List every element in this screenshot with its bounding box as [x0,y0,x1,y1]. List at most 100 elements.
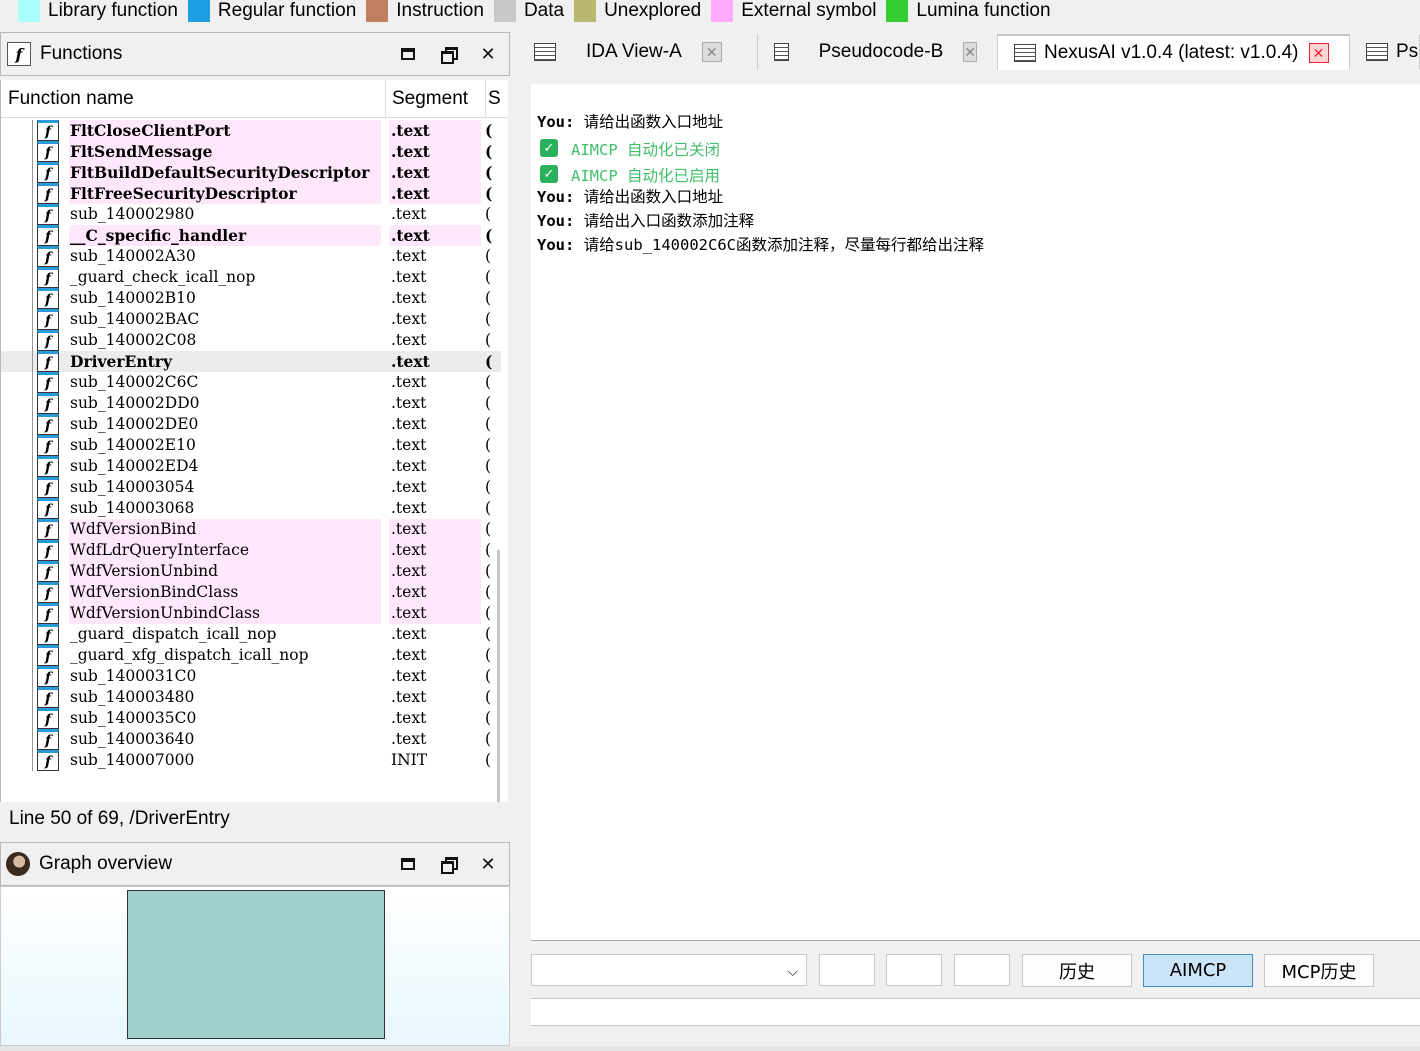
tree-line [32,435,33,456]
aimcp-button[interactable]: AIMCP [1143,954,1253,987]
function-row[interactable]: f sub_140007000 INIT ( [1,750,501,771]
function-segment: .text [391,268,427,286]
tree-line [32,624,33,645]
function-row[interactable]: f _guard_dispatch_icall_nop .text ( [1,624,501,645]
function-row[interactable]: f sub_140002980 .text ( [1,204,501,225]
tree-line [32,561,33,582]
close-button[interactable]: ✕ [477,853,499,875]
function-row[interactable]: f sub_140002C08 .text ( [1,330,501,351]
function-name: __C_specific_handler [69,225,381,246]
function-row[interactable]: f sub_140002BAC .text ( [1,309,501,330]
close-icon: ✕ [480,853,496,874]
functions-list[interactable]: Function name Segment S f FltCloseClientP… [0,80,508,802]
function-row[interactable]: f sub_140002A30 .text ( [1,246,501,267]
tab-nexusai[interactable]: NexusAI v1.0.4 (latest: v1.0.4) ✕ [998,34,1350,70]
function-segment: .text [389,162,481,183]
tab-close-icon[interactable]: ✕ [701,42,722,62]
close-button[interactable]: ✕ [477,43,499,65]
function-start: ( [485,373,492,391]
vertical-scrollbar[interactable] [497,550,500,802]
function-start: ( [485,667,492,685]
function-name: _guard_dispatch_icall_nop [70,625,277,643]
function-row[interactable]: f _guard_xfg_dispatch_icall_nop .text ( [1,645,501,666]
function-start: ( [485,142,493,161]
function-icon: f [37,666,59,687]
maximize-button[interactable] [397,43,419,65]
function-row[interactable]: f sub_140002E10 .text ( [1,435,501,456]
function-row[interactable]: f WdfVersionUnbindClass .text( [1,603,501,624]
function-row[interactable]: f __C_specific_handler .text( [1,225,501,246]
function-row[interactable]: f sub_140003068 .text ( [1,498,501,519]
function-row[interactable]: f WdfLdrQueryInterface .text( [1,540,501,561]
function-row[interactable]: f sub_140003640 .text ( [1,729,501,750]
function-icon: f [37,351,59,372]
disassembly-icon [534,43,556,61]
function-name: sub_140002C08 [70,331,197,349]
tree-line [32,351,33,372]
maximize-button[interactable] [397,853,419,875]
function-start: ( [485,562,492,580]
chat-controls: ⌵ 历史 AIMCP MCP历史 [531,954,1420,988]
blank-button-3[interactable] [954,954,1010,986]
tab-pseudocode-b[interactable]: Pseudocode-B ✕ [758,34,998,70]
tab-close-icon[interactable]: ✕ [1308,43,1329,63]
function-segment: .text [391,352,430,371]
function-row[interactable]: f sub_140002DD0 .text ( [1,393,501,414]
function-icon: f [37,540,59,561]
function-row[interactable]: f DriverEntry .text ( [1,351,501,372]
tab-close-icon[interactable]: ✕ [963,42,977,62]
function-start: ( [485,541,492,559]
function-segment: .text [389,540,481,561]
function-row[interactable]: f sub_1400031C0 .text ( [1,666,501,687]
history-button[interactable]: 历史 [1022,954,1132,987]
tree-line [32,414,33,435]
function-segment: .text [391,625,427,643]
function-row[interactable]: f _guard_check_icall_nop .text ( [1,267,501,288]
function-icon: f [37,624,59,645]
legend-item: Lumina function [886,0,1051,22]
function-row[interactable]: f FltBuildDefaultSecurityDescriptor .text( [1,162,501,183]
function-row[interactable]: f sub_140002ED4 .text ( [1,456,501,477]
graph-viewport-box[interactable] [127,890,385,1039]
graph-overview-area[interactable] [0,886,510,1046]
restore-button[interactable] [437,853,459,875]
column-segment[interactable]: Segment [386,80,486,117]
tab-pseudocode-more[interactable]: Ps [1350,34,1420,70]
restore-button[interactable] [437,43,459,65]
function-row[interactable]: f WdfVersionUnbind .text( [1,561,501,582]
maximize-icon [401,48,415,60]
pseudocode-icon [1366,43,1388,61]
chat-output[interactable]: You: 请给出函数入口地址 ✓ AIMCP 自动化已关闭 ✓ AIMCP 自动… [531,84,1420,941]
column-function-name[interactable]: Function name [1,80,386,117]
function-row[interactable]: f sub_140002B10 .text ( [1,288,501,309]
legend-item: Instruction [366,0,484,22]
function-row[interactable]: f sub_140003054 .text ( [1,477,501,498]
function-name: WdfVersionBindClass [69,582,381,603]
function-row[interactable]: f WdfVersionBind .text( [1,519,501,540]
blank-button-2[interactable] [886,954,942,986]
tab-bar: IDA View-A ✕ Pseudocode-B ✕ NexusAI v1.0… [518,34,1420,70]
column-start[interactable]: S [486,80,506,117]
function-segment: .text [391,373,427,391]
function-row[interactable]: f FltCloseClientPort .text( [1,120,501,141]
function-icon: f [37,372,59,393]
function-name: sub_140003480 [70,688,195,706]
tree-line [32,246,33,267]
function-start: ( [485,415,492,433]
model-select[interactable]: ⌵ [531,954,807,986]
function-row[interactable]: f sub_140002DE0 .text ( [1,414,501,435]
function-row[interactable]: f FltSendMessage .text( [1,141,501,162]
tree-line [32,120,33,141]
function-row[interactable]: f FltFreeSecurityDescriptor .text( [1,183,501,204]
mcp-history-button[interactable]: MCP历史 [1264,954,1374,987]
function-icon: f [37,582,59,603]
function-row[interactable]: f sub_140003480 .text ( [1,687,501,708]
function-row[interactable]: f WdfVersionBindClass .text( [1,582,501,603]
chat-input[interactable] [531,998,1420,1026]
function-row[interactable]: f sub_1400035C0 .text ( [1,708,501,729]
function-row[interactable]: f sub_140002C6C .text ( [1,372,501,393]
tab-ida-view-a[interactable]: IDA View-A ✕ [518,34,758,70]
blank-button-1[interactable] [819,954,875,986]
tree-line [32,141,33,162]
function-name: _guard_xfg_dispatch_icall_nop [70,646,309,664]
